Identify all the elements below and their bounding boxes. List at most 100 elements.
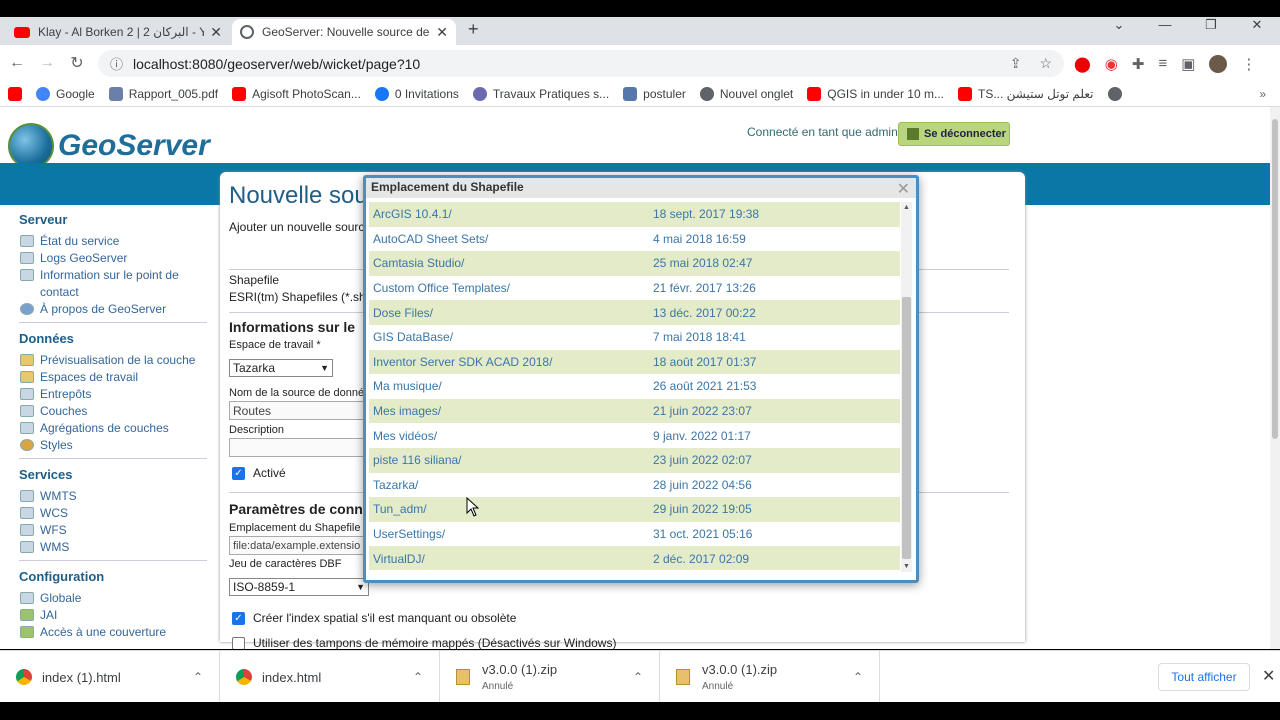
page-scrollbar-thumb[interactable] (1272, 119, 1278, 439)
spatial-index-checkbox[interactable]: ✓ (232, 612, 245, 625)
scroll-up-icon[interactable]: ▲ (901, 204, 912, 211)
file-name-link[interactable]: VirtualDJ/ (369, 552, 653, 566)
file-row[interactable]: Dose Files/13 déc. 2017 00:22 (369, 300, 900, 325)
download-item[interactable]: index.html ⌃ (220, 651, 440, 703)
reload-icon[interactable]: ↻ (62, 53, 92, 73)
download-item[interactable]: index (1).html ⌃ (0, 651, 220, 703)
avatar[interactable] (1209, 55, 1228, 73)
sidebar-item-styles[interactable]: Styles (20, 437, 212, 454)
extensions-puzzle-icon[interactable]: ✚ (1132, 55, 1145, 73)
file-row[interactable]: Tun_adm/29 juin 2022 19:05 (369, 497, 900, 522)
download-item[interactable]: v3.0.0 (1).zip Annulé ⌃ (660, 651, 880, 703)
bookmark-ts[interactable]: TS... تعلم توتل ستيشن (957, 86, 1094, 101)
page-scrollbar[interactable] (1270, 107, 1280, 649)
more-bookmarks-icon[interactable]: » (1259, 87, 1266, 101)
file-name-link[interactable]: Camtasia Studio/ (369, 256, 653, 270)
bookmark-rapport[interactable]: Rapport_005.pdf (108, 86, 218, 101)
chevron-up-icon[interactable]: ⌃ (853, 670, 863, 684)
url-text[interactable]: localhost:8080/geoserver/web/wicket/page… (133, 56, 420, 72)
tab-youtube[interactable]: Klay - Al Borken 2 | البركان 2 - You ✕ (6, 19, 230, 45)
file-row[interactable]: GIS DataBase/7 mai 2018 18:41 (369, 325, 900, 350)
sidebar-item-wfs[interactable]: WFS (20, 522, 212, 539)
file-row[interactable]: Mes vidéos/9 janv. 2022 01:17 (369, 423, 900, 448)
sidebar-item-logs[interactable]: Logs GeoServer (20, 250, 212, 267)
sidebar-item-layergroups[interactable]: Agrégations de couches (20, 420, 212, 437)
workspace-select[interactable]: Tazarka ▼ (229, 359, 333, 377)
file-row[interactable]: Mes images/21 juin 2022 23:07 (369, 398, 900, 424)
logout-button[interactable]: Se déconnecter (898, 122, 1010, 146)
forward-icon[interactable]: → (32, 54, 62, 72)
close-tab-icon[interactable]: ✕ (436, 24, 448, 41)
memory-buffer-checkbox[interactable]: ✓ (232, 637, 245, 649)
sidebar-item-contact[interactable]: Information sur le point de contact (19, 267, 212, 301)
sidebar-item-wms[interactable]: WMS (20, 539, 212, 556)
file-name-link[interactable]: Dose Files/ (369, 306, 653, 320)
file-name-link[interactable]: Mes vidéos/ (369, 429, 653, 443)
sidebar-item-coverage-access[interactable]: Accès à une couverture (20, 624, 212, 641)
file-name-link[interactable]: piste 116 siliana/ (369, 453, 653, 467)
file-row[interactable]: Tazarka/28 juin 2022 04:56 (369, 473, 900, 498)
file-row[interactable]: Custom Office Templates/21 févr. 2017 13… (369, 276, 900, 301)
dialog-scrollbar-thumb[interactable] (902, 297, 911, 559)
dialog-scrollbar[interactable]: ▲ ▼ (901, 202, 912, 572)
close-window-icon[interactable]: ✕ (1234, 17, 1280, 33)
opera-icon[interactable]: ⬤ (1074, 55, 1091, 73)
sidebar-item-wcs[interactable]: WCS (20, 505, 212, 522)
file-name-link[interactable]: Inventor Server SDK ACAD 2018/ (369, 355, 653, 369)
tab-geoserver[interactable]: GeoServer: Nouvelle source de d ✕ (232, 19, 456, 45)
bookmark-invitations[interactable]: 0 Invitations (374, 86, 459, 101)
download-item[interactable]: v3.0.0 (1).zip Annulé ⌃ (440, 651, 660, 703)
show-all-downloads-button[interactable]: Tout afficher (1158, 663, 1250, 691)
back-icon[interactable]: ← (2, 54, 32, 72)
file-name-link[interactable]: Custom Office Templates/ (369, 281, 653, 295)
sidebar-item-jai[interactable]: JAI (20, 607, 212, 624)
reading-list-icon[interactable]: ≡ (1158, 55, 1167, 73)
file-name-link[interactable]: ArcGIS 10.4.1/ (369, 207, 653, 221)
enabled-checkbox[interactable]: ✓ (232, 467, 245, 480)
close-tab-icon[interactable]: ✕ (210, 24, 222, 41)
minimize-icon[interactable]: — (1142, 17, 1188, 33)
bookmark-youtube[interactable] (8, 86, 22, 101)
file-row[interactable]: Ma musique/26 août 2021 21:53 (369, 374, 900, 399)
chevron-up-icon[interactable]: ⌃ (413, 670, 423, 684)
file-name-link[interactable]: Tun_adm/ (369, 502, 653, 516)
side-panel-icon[interactable]: ▣ (1181, 55, 1195, 73)
info-icon[interactable]: ⓘ (110, 54, 123, 73)
file-name-link[interactable]: Ma musique/ (369, 379, 653, 393)
file-row[interactable]: piste 116 siliana/23 juin 2022 02:07 (369, 447, 900, 473)
bookmark-globe[interactable] (1107, 86, 1128, 101)
restore-icon[interactable]: ❐ (1188, 17, 1234, 33)
address-bar[interactable]: ⓘ localhost:8080/geoserver/web/wicket/pa… (98, 50, 1064, 77)
sidebar-item-global[interactable]: Globale (20, 590, 212, 607)
file-name-link[interactable]: AutoCAD Sheet Sets/ (369, 232, 653, 246)
shapefile-location-input[interactable]: file:data/example.extensio (229, 536, 369, 555)
bookmark-qgis[interactable]: QGIS in under 10 m... (807, 86, 944, 101)
charset-select[interactable]: ISO-8859-1 ▼ (229, 578, 369, 596)
datasource-name-input[interactable]: Routes (229, 401, 369, 420)
sidebar-item-workspaces[interactable]: Espaces de travail (20, 369, 212, 386)
file-row[interactable]: ArcGIS 10.4.1/18 sept. 2017 19:38 (369, 202, 900, 227)
menu-kebab-icon[interactable]: ⋮ (1241, 55, 1256, 73)
description-input[interactable] (229, 438, 369, 457)
bookmark-nouvel-onglet[interactable]: Nouvel onglet (699, 86, 793, 101)
file-name-link[interactable]: GIS DataBase/ (369, 330, 653, 344)
close-icon[interactable]: ✕ (897, 179, 910, 199)
tab-search-icon[interactable]: ⌄ (1096, 17, 1142, 33)
bookmark-star-icon[interactable]: ☆ (1039, 55, 1052, 72)
chevron-up-icon[interactable]: ⌃ (193, 670, 203, 684)
file-row[interactable]: VirtualDJ/2 déc. 2017 02:09 (369, 546, 900, 570)
share-icon[interactable]: ⇪ (1010, 55, 1022, 72)
new-tab-icon[interactable]: + (468, 19, 479, 40)
sidebar-item-wmts[interactable]: WMTS (20, 488, 212, 505)
file-name-link[interactable]: Mes images/ (369, 404, 653, 418)
sidebar-item-layers[interactable]: Couches (20, 403, 212, 420)
bookmark-agisoft[interactable]: Agisoft PhotoScan... (232, 86, 361, 101)
file-name-link[interactable]: Tazarka/ (369, 478, 653, 492)
sidebar-item-etat-service[interactable]: État du service (20, 233, 212, 250)
file-row[interactable]: Inventor Server SDK ACAD 2018/18 août 20… (369, 349, 900, 375)
sidebar-item-about[interactable]: À propos de GeoServer (20, 301, 212, 318)
chevron-up-icon[interactable]: ⌃ (633, 670, 643, 684)
scroll-down-icon[interactable]: ▼ (901, 563, 912, 570)
close-icon[interactable]: ✕ (1262, 666, 1275, 686)
file-row[interactable]: AutoCAD Sheet Sets/4 mai 2018 16:59 (369, 227, 900, 252)
